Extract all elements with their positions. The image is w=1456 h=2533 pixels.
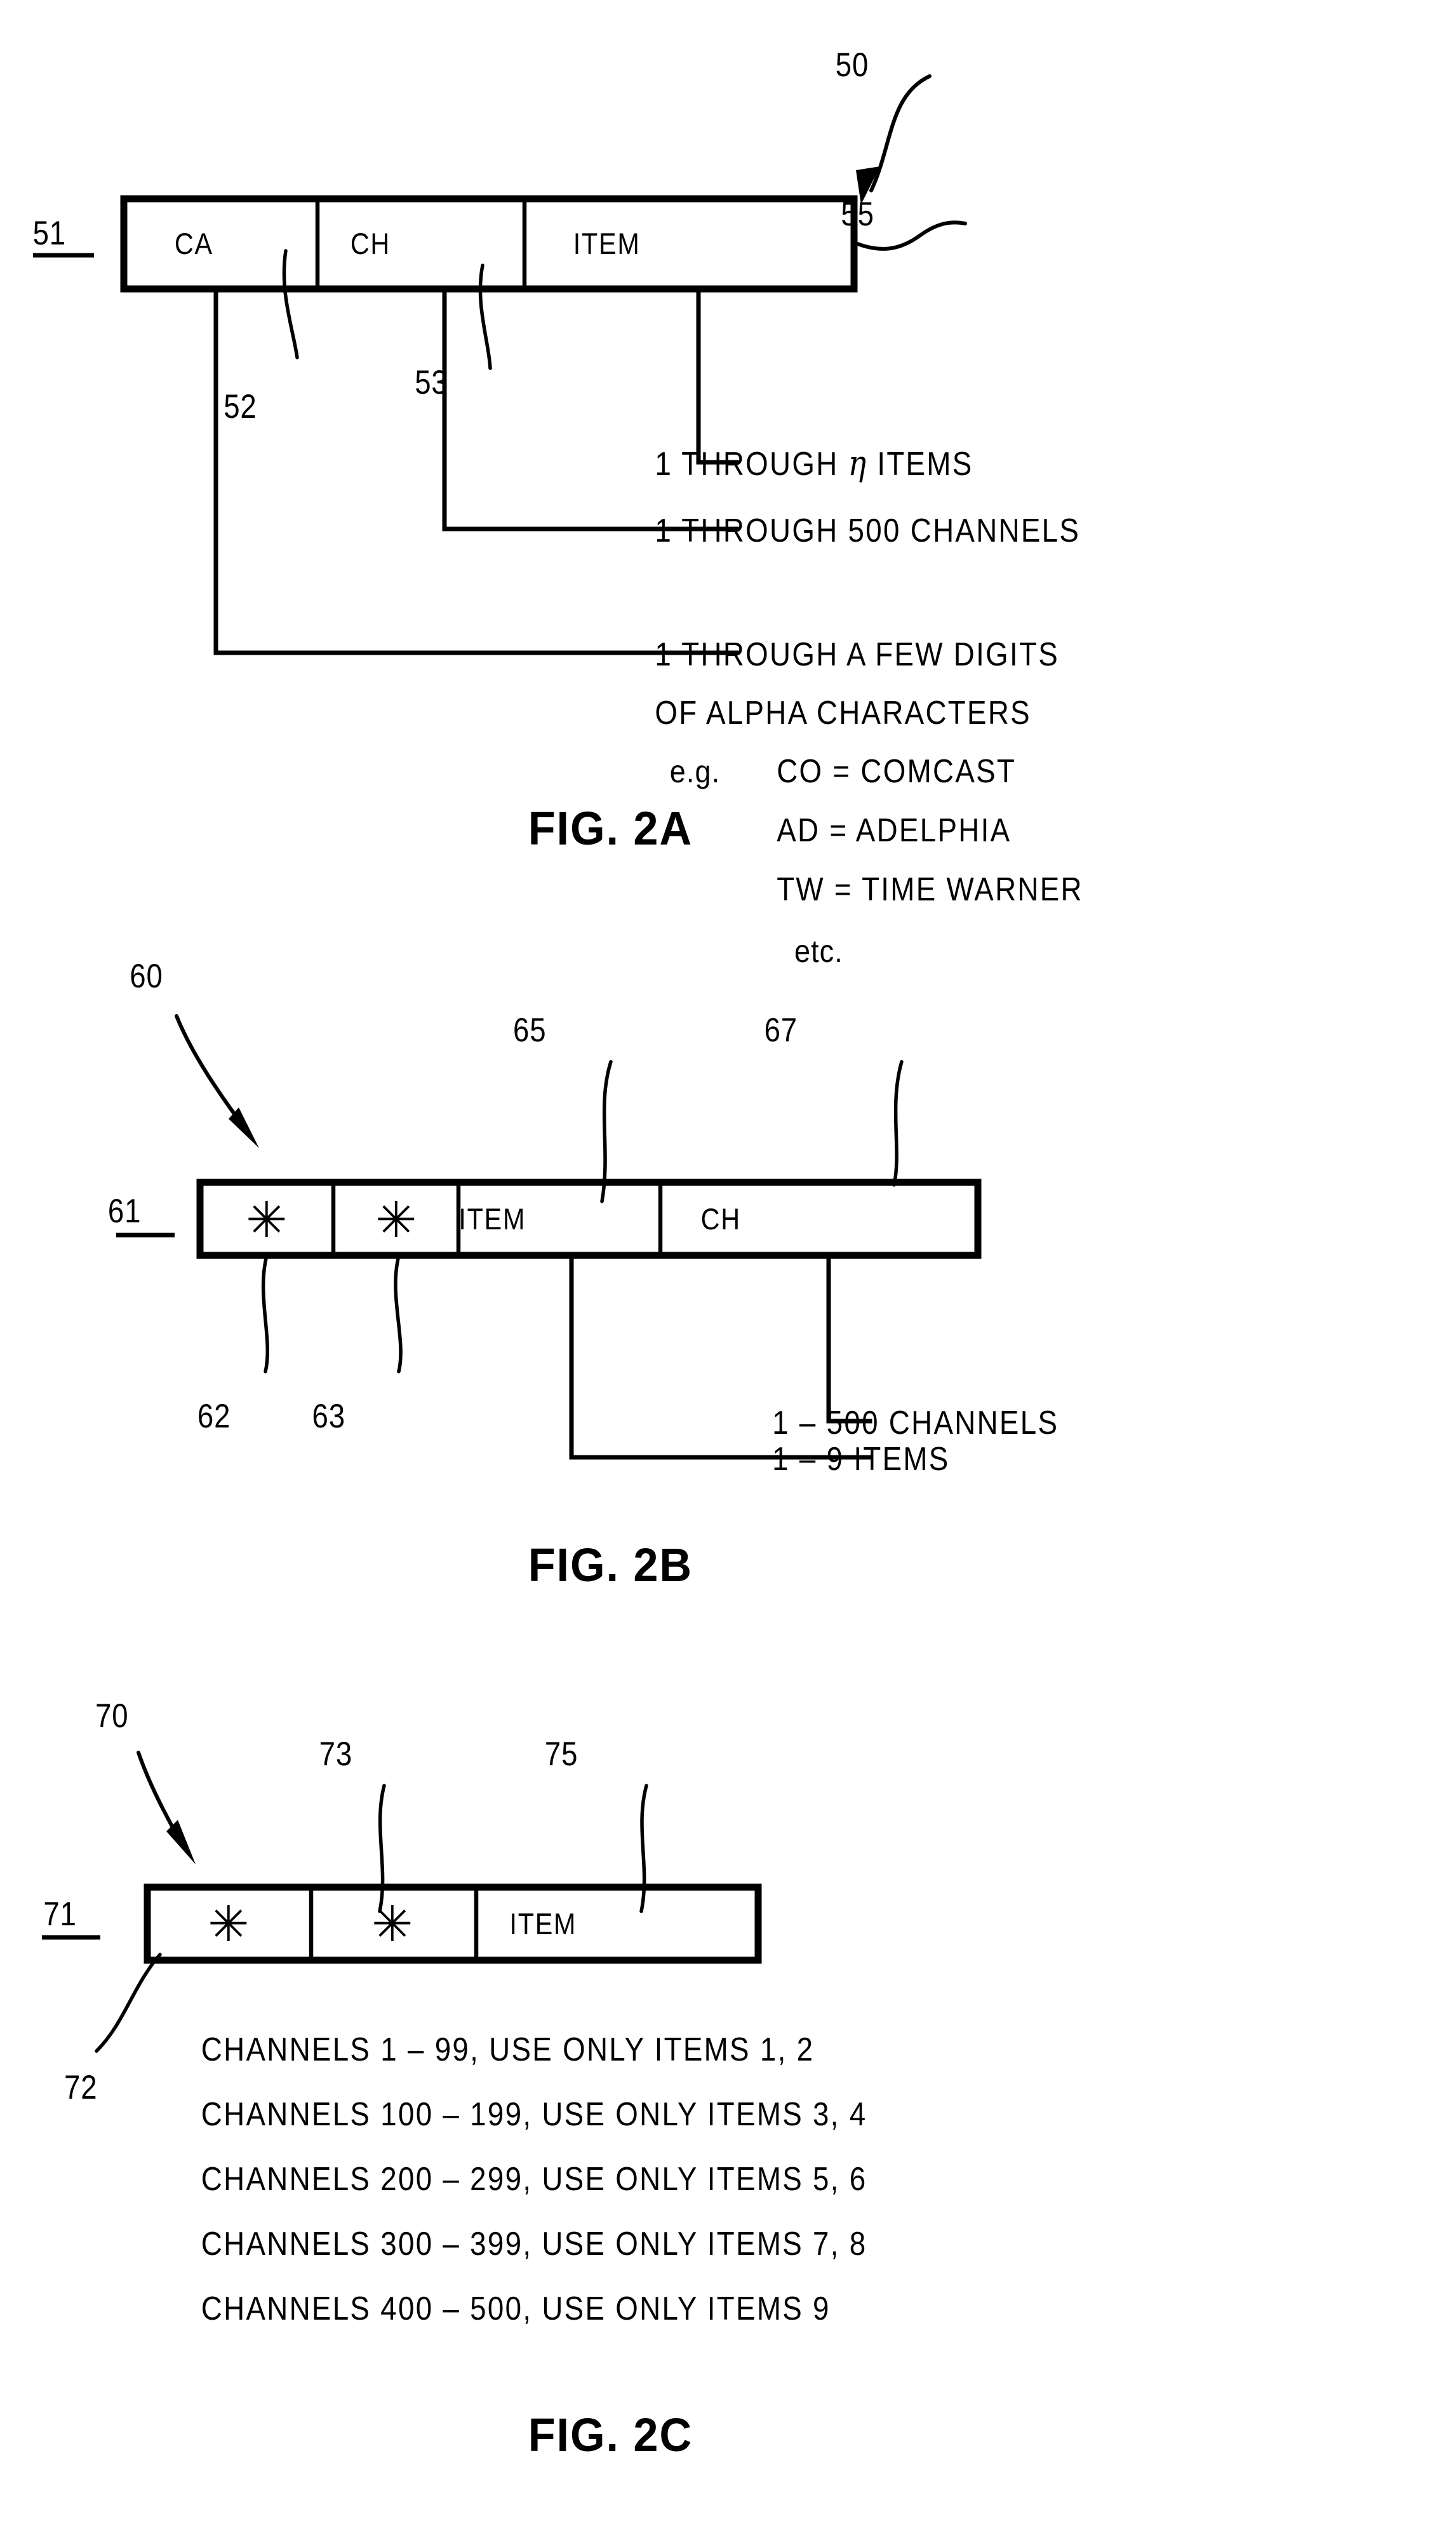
rule-line-4-fig2c: CHANNELS 300 – 399, USE ONLY ITEMS 7, 8 (201, 2226, 867, 2262)
ref-number-73: 73 (319, 1735, 352, 1773)
examples-lead-label: e.g. (670, 754, 720, 790)
annotation-ca-range-fig2a: 1 THROUGH A FEW DIGITS (655, 636, 1059, 672)
cell-label-item-fig2b: ITEM (458, 1203, 526, 1236)
eta-symbol: η (848, 443, 868, 483)
cell-label-ca: CA (175, 228, 213, 261)
ref-number-61: 61 (108, 1193, 141, 1230)
leader-67 (892, 1060, 904, 1187)
ref-number-63: 63 (312, 1398, 345, 1435)
ref-number-67: 67 (765, 1012, 798, 1049)
ref-number-71: 71 (43, 1895, 76, 1933)
ref-number-70: 70 (95, 1697, 128, 1735)
cell-label-wildcard-2-fig2b: ✳ (375, 1192, 417, 1248)
ref-number-65: 65 (513, 1012, 546, 1049)
leader-53 (478, 264, 492, 370)
example-line-comcast: CO = COMCAST (777, 753, 1016, 789)
rule-line-1-fig2c: CHANNELS 1 – 99, USE ONLY ITEMS 1, 2 (201, 2031, 815, 2068)
example-line-time-warner: TW = TIME WARNER (777, 871, 1083, 907)
cell-label-wildcard-1-fig2b: ✳ (246, 1192, 288, 1248)
annotation-item-range-post: ITEMS (867, 446, 973, 482)
record-box-fig2a (120, 195, 858, 293)
example-line-adelphia: AD = ADELPHIA (777, 812, 1011, 848)
ref-number-50: 50 (836, 46, 869, 84)
ref-number-72: 72 (64, 2069, 97, 2106)
record-box-fig2b (196, 1179, 982, 1259)
ref-number-75: 75 (545, 1735, 578, 1773)
cell-label-ch-fig2b: CH (701, 1203, 741, 1236)
figure-caption-2b: FIG. 2B (528, 1539, 693, 1591)
cell-label-wildcard-1-fig2c: ✳ (208, 1896, 250, 1952)
elbow-leader-ch-fig2a (442, 286, 739, 531)
figure-caption-2c: FIG. 2C (528, 2409, 693, 2461)
ref-number-51: 51 (33, 215, 66, 252)
ref-number-60: 60 (130, 958, 163, 995)
ref-number-62: 62 (197, 1398, 230, 1435)
annotation-item-range-fig2a: 1 THROUGH η ITEMS (655, 443, 973, 483)
rule-line-5-fig2c: CHANNELS 400 – 500, USE ONLY ITEMS 9 (201, 2290, 831, 2327)
rule-line-3-fig2c: CHANNELS 200 – 299, USE ONLY ITEMS 5, 6 (201, 2161, 867, 2197)
leader-75 (639, 1784, 648, 1913)
leader-50 (869, 74, 932, 192)
annotation-item-range-pre: 1 THROUGH (655, 446, 848, 482)
leader-52 (282, 249, 299, 359)
cell-label-item-fig2c: ITEM (509, 1908, 577, 1941)
rule-line-2-fig2c: CHANNELS 100 – 199, USE ONLY ITEMS 3, 4 (201, 2096, 867, 2132)
leader-63 (394, 1254, 403, 1373)
annotation-item-range-fig2b: 1 – 9 ITEMS (772, 1441, 949, 1477)
annotation-channel-range-fig2b: 1 – 500 CHANNELS (772, 1405, 1059, 1441)
cell-label-wildcard-2-fig2c: ✳ (371, 1896, 413, 1952)
elbow-leader-item-fig2a (696, 286, 739, 465)
annotation-ca-range-cont-fig2a: OF ALPHA CHARACTERS (655, 695, 1031, 731)
leader-62 (261, 1254, 270, 1373)
leader-73 (378, 1784, 386, 1913)
patent-figure-sheet: 50 51 CA CH ITEM 55 52 53 1 THROUGH η IT… (0, 0, 1456, 2533)
ref-number-52: 52 (224, 388, 257, 425)
annotation-channel-range-fig2a: 1 THROUGH 500 CHANNELS (655, 512, 1080, 549)
ref-number-55: 55 (841, 196, 874, 233)
elbow-leader-ch-fig2b (826, 1253, 872, 1424)
leader-72 (95, 1953, 162, 2053)
example-line-etc: etc. (794, 934, 843, 970)
figure-drawing-layer: 50 51 CA CH ITEM 55 52 53 1 THROUGH η IT… (33, 46, 1083, 2462)
cell-label-ch: CH (351, 228, 391, 261)
cell-label-item: ITEM (573, 228, 641, 261)
figure-caption-2a: FIG. 2A (528, 803, 693, 855)
leader-60 (175, 1014, 244, 1127)
